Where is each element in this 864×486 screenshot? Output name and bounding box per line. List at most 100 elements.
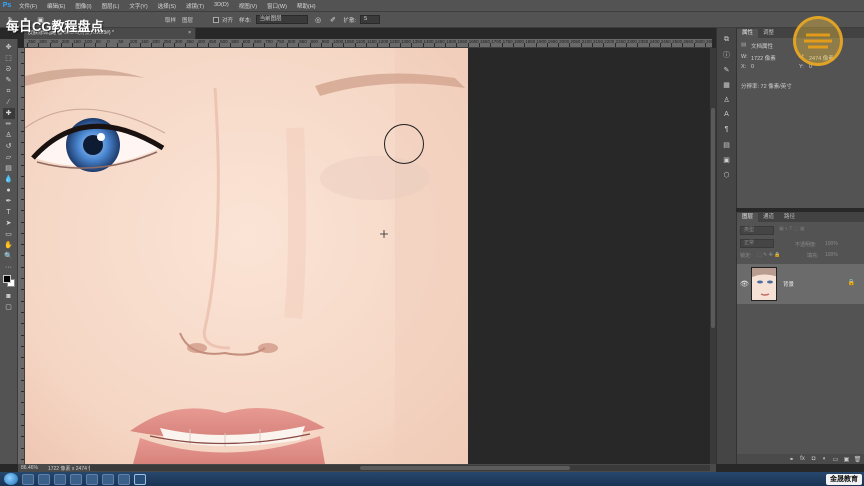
clone-stamp-tool-icon[interactable]: ♙: [3, 130, 15, 141]
info-panel-icon[interactable]: ⓘ: [721, 49, 733, 60]
ruler-tick-label: 1300: [400, 39, 411, 44]
tab-adjustments[interactable]: 调整: [758, 29, 779, 38]
menu-item[interactable]: 图层(L): [97, 2, 125, 10]
taskbar-app-icon[interactable]: [70, 473, 82, 485]
history-brush-tool-icon[interactable]: ↺: [3, 141, 15, 152]
x-value[interactable]: 0: [751, 64, 754, 70]
zoom-tool-icon[interactable]: 🔍: [3, 251, 15, 262]
quick-mask-icon[interactable]: ◙: [3, 291, 15, 302]
portrait-image[interactable]: [25, 48, 468, 464]
swatches-panel-icon[interactable]: ▤: [721, 139, 733, 150]
brush-tool-icon[interactable]: ✏: [3, 119, 15, 130]
spot-healing-brush-tool-icon[interactable]: ✚: [2, 108, 15, 119]
group-icon[interactable]: ▭: [832, 456, 839, 463]
taskbar-app-icon[interactable]: [22, 473, 34, 485]
pressure-icon[interactable]: ✐: [329, 15, 338, 24]
filter-icons[interactable]: ▣ ◐ T ⬚ ▦: [779, 226, 805, 235]
more-tools-icon[interactable]: ···: [3, 262, 15, 273]
menu-item[interactable]: 窗口(W): [262, 2, 292, 10]
pen-tool-icon[interactable]: ✒: [3, 196, 15, 207]
brand-text: 金晟教育: [826, 473, 862, 485]
start-button-icon[interactable]: [4, 473, 18, 485]
horizontal-scroll-thumb[interactable]: [360, 466, 570, 470]
spread-input[interactable]: 5: [360, 15, 381, 24]
brush-panel-icon[interactable]: ✎: [721, 64, 733, 75]
menu-item[interactable]: 图像(I): [70, 2, 96, 10]
eyedropper-tool-icon[interactable]: ⁄: [3, 97, 15, 108]
eye-icon[interactable]: 👁: [740, 280, 749, 288]
ruler-tick: [456, 43, 458, 47]
delete-layer-icon[interactable]: 🗑: [854, 456, 862, 463]
menu-item[interactable]: 文字(Y): [124, 2, 152, 10]
menu-item[interactable]: 滤镜(T): [181, 2, 209, 10]
dodge-tool-icon[interactable]: ●: [3, 185, 15, 196]
layer-row-background[interactable]: 👁 背景 🔒: [737, 264, 864, 304]
ruler-tick: [230, 43, 232, 47]
tab-properties[interactable]: 属性: [737, 29, 759, 38]
clone-source-icon[interactable]: ♙: [721, 94, 733, 105]
gradient-tool-icon[interactable]: ▤: [3, 163, 15, 174]
styles-panel-icon[interactable]: ▣: [721, 154, 733, 165]
mode-label[interactable]: 取样: [165, 16, 176, 24]
type-tool-icon[interactable]: T: [3, 207, 15, 218]
menu-item[interactable]: 编辑(E): [42, 2, 70, 10]
foreground-color-swatch[interactable]: [2, 275, 11, 283]
layer-name[interactable]: 背景: [783, 280, 794, 288]
menu-item[interactable]: 视图(V): [234, 2, 262, 10]
tab-channels[interactable]: 通道: [758, 213, 779, 222]
layer-style-icon[interactable]: fx: [799, 456, 806, 463]
width-value[interactable]: 1722 像素: [751, 54, 776, 62]
opacity-value[interactable]: 100%: [825, 241, 838, 250]
ruler-tick: [21, 368, 24, 370]
eraser-tool-icon[interactable]: ▱: [3, 152, 15, 163]
quick-select-tool-icon[interactable]: ✎: [3, 75, 15, 86]
pattern-label[interactable]: 图层: [182, 16, 193, 24]
hand-tool-icon[interactable]: ✋: [3, 240, 15, 251]
ruler-tick: [569, 43, 571, 47]
menu-item[interactable]: 3D(D): [209, 2, 234, 10]
ruler-tick: [21, 63, 24, 65]
canvas-area[interactable]: [25, 48, 712, 464]
link-layers-icon[interactable]: ⚭: [788, 456, 795, 463]
taskbar-app-icon[interactable]: [102, 473, 114, 485]
paragraph-panel-icon[interactable]: ¶: [721, 124, 733, 135]
taskbar-app-icon[interactable]: [86, 473, 98, 485]
history-panel-icon[interactable]: ⧉: [721, 34, 733, 45]
tab-layers[interactable]: 图层: [737, 213, 759, 222]
rectangle-tool-icon[interactable]: ▭: [3, 229, 15, 240]
lasso-tool-icon[interactable]: ᘐ: [3, 64, 15, 75]
sample-select[interactable]: 当前图层: [255, 15, 308, 24]
close-tab-icon[interactable]: ×: [188, 28, 191, 39]
horizontal-scrollbar[interactable]: [90, 465, 710, 471]
blur-tool-icon[interactable]: 💧: [3, 174, 15, 185]
new-layer-icon[interactable]: ▣: [843, 456, 850, 463]
adjustment-layer-icon[interactable]: ◐: [821, 456, 828, 463]
3d-panel-icon[interactable]: ⬡: [721, 169, 733, 180]
align-checkbox[interactable]: [213, 16, 220, 23]
character-panel-icon[interactable]: A: [721, 109, 733, 120]
brush-presets-icon[interactable]: ▦: [721, 79, 733, 90]
blend-mode-select[interactable]: 正常: [740, 239, 774, 248]
color-swatches[interactable]: [2, 275, 15, 287]
menu-item[interactable]: 帮助(H): [292, 2, 321, 10]
vertical-scroll-thumb[interactable]: [711, 108, 715, 328]
crop-tool-icon[interactable]: ⌗: [3, 86, 15, 97]
fill-value[interactable]: 100%: [825, 252, 838, 261]
taskbar-photoshop-icon[interactable]: [134, 473, 146, 485]
menu-item[interactable]: 文件(F): [14, 2, 42, 10]
taskbar-app-icon[interactable]: [118, 473, 130, 485]
layer-filter-select[interactable]: 类型: [740, 226, 774, 235]
move-tool-icon[interactable]: ✥: [3, 42, 15, 53]
screen-mode-icon[interactable]: ▢: [3, 302, 15, 313]
zoom-level[interactable]: 86.46%: [21, 465, 38, 471]
tab-paths[interactable]: 路径: [779, 213, 800, 222]
taskbar-app-icon[interactable]: [38, 473, 50, 485]
ruler-tick: [512, 43, 514, 47]
marquee-tool-icon[interactable]: ⬚: [3, 53, 15, 64]
path-select-tool-icon[interactable]: ➤: [3, 218, 15, 229]
lock-icons[interactable]: ⬚ ✎ ✥ 🔒: [757, 252, 781, 261]
add-mask-icon[interactable]: ◘: [810, 456, 817, 463]
menu-item[interactable]: 选择(S): [153, 2, 181, 10]
ignore-adjustment-layers-icon[interactable]: ◎: [314, 15, 323, 24]
taskbar-app-icon[interactable]: [54, 473, 66, 485]
